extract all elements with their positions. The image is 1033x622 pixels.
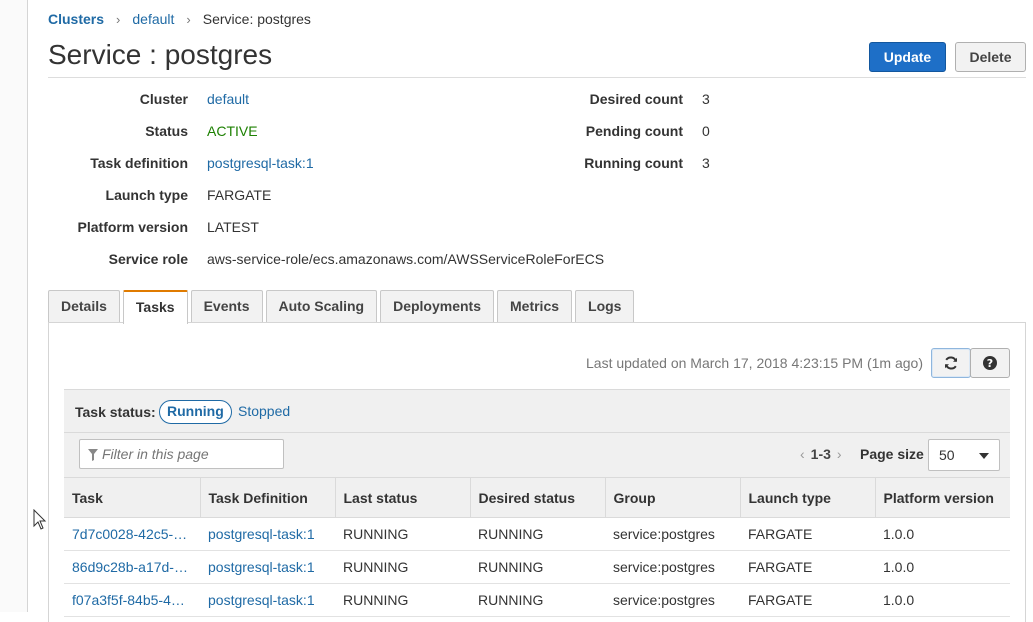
- task-definition-link[interactable]: postgresql-task:1: [208, 526, 315, 542]
- breadcrumb-current: Service: postgres: [202, 11, 311, 27]
- tab-details[interactable]: Details: [48, 290, 120, 322]
- pager-next-button[interactable]: ›: [837, 446, 842, 462]
- page-title: Service : postgres: [48, 39, 273, 70]
- column-header-group[interactable]: Group: [605, 477, 741, 518]
- update-button[interactable]: Update: [869, 42, 946, 72]
- running-count-value: 3: [702, 155, 710, 171]
- desired-status-cell: RUNNING: [470, 517, 605, 551]
- launch-type-cell: FARGATE: [740, 517, 875, 551]
- tab-metrics[interactable]: Metrics: [497, 290, 573, 322]
- breadcrumb: Clusters › default › Service: postgres: [48, 10, 311, 28]
- delete-button[interactable]: Delete: [955, 42, 1026, 72]
- task-definition-link[interactable]: postgresql-task:1: [208, 559, 315, 575]
- desired-status-cell: RUNNING: [470, 550, 605, 584]
- column-header-last-status[interactable]: Last status: [335, 477, 471, 518]
- detail-desired-count: Desired count 3: [0, 89, 760, 109]
- pending-count-value: 0: [702, 123, 710, 139]
- breadcrumb-separator: ›: [116, 11, 121, 27]
- help-button[interactable]: ?: [970, 348, 1010, 378]
- detail-label: Pending count: [585, 123, 683, 139]
- group-cell: service:postgres: [605, 517, 740, 551]
- table-header-row: Task Task Definition Last status Desired…: [64, 477, 1010, 518]
- tasks-table: Task Task Definition Last status Desired…: [64, 477, 1010, 617]
- filter-icon: [88, 449, 98, 461]
- launch-type-value: FARGATE: [207, 187, 272, 203]
- table-row: 7d7c0028-42c5-… postgresql-task:1 RUNNIN…: [64, 517, 1010, 551]
- detail-platform-version: Platform version LATEST: [0, 217, 700, 237]
- filter-input[interactable]: [79, 439, 284, 469]
- column-header-launch-type[interactable]: Launch type: [740, 477, 876, 518]
- detail-pending-count: Pending count 0: [0, 121, 760, 141]
- title-divider: [48, 77, 1026, 78]
- detail-service-role: Service role aws-service-role/ecs.amazon…: [0, 249, 700, 269]
- filter-stopped-link[interactable]: Stopped: [238, 403, 290, 419]
- detail-running-count: Running count 3: [0, 153, 760, 173]
- tab-events[interactable]: Events: [190, 290, 263, 322]
- desired-count-value: 3: [702, 91, 710, 107]
- column-header-platform-version[interactable]: Platform version: [875, 477, 1010, 518]
- task-id-link[interactable]: f07a3f5f-84b5-4…: [72, 592, 185, 608]
- platform-version-cell: 1.0.0: [875, 517, 1010, 551]
- breadcrumb-clusters-link[interactable]: Clusters: [48, 11, 104, 27]
- detail-label: Running count: [584, 155, 683, 171]
- mouse-cursor-icon: [33, 509, 47, 530]
- refresh-button[interactable]: [931, 348, 971, 378]
- svg-text:?: ?: [987, 357, 993, 370]
- pager: ‹ 1-3 ›: [794, 446, 848, 462]
- breadcrumb-separator: ›: [186, 11, 191, 27]
- last-status-cell: RUNNING: [335, 517, 470, 551]
- detail-label: Platform version: [77, 219, 188, 235]
- page-size-select[interactable]: 50: [928, 439, 1000, 471]
- task-id-link[interactable]: 86d9c28b-a17d-…: [72, 559, 188, 575]
- breadcrumb-cluster-link[interactable]: default: [132, 11, 174, 27]
- task-status-label: Task status:: [75, 404, 156, 420]
- platform-version-value: LATEST: [207, 219, 259, 235]
- column-header-task[interactable]: Task: [64, 477, 201, 518]
- service-tabs: Details Tasks Events Auto Scaling Deploy…: [48, 290, 637, 324]
- page-size-value: 50: [939, 447, 955, 463]
- page-size-label: Page size: [860, 446, 924, 462]
- pager-prev-button[interactable]: ‹: [800, 446, 805, 462]
- column-header-task-definition[interactable]: Task Definition: [200, 477, 336, 518]
- detail-launch-type: Launch type FARGATE: [0, 185, 700, 205]
- service-role-value: aws-service-role/ecs.amazonaws.com/AWSSe…: [207, 251, 605, 267]
- filter-running-pill[interactable]: Running: [159, 400, 232, 424]
- column-header-desired-status[interactable]: Desired status: [470, 477, 606, 518]
- refresh-icon: [945, 356, 957, 370]
- tab-deployments[interactable]: Deployments: [380, 290, 494, 322]
- task-id-link[interactable]: 7d7c0028-42c5-…: [72, 526, 187, 542]
- group-cell: service:postgres: [605, 550, 740, 584]
- tab-logs[interactable]: Logs: [575, 290, 635, 322]
- last-updated-text: Last updated on March 17, 2018 4:23:15 P…: [586, 355, 923, 371]
- task-status-bar: Task status: Running Stopped: [64, 389, 1010, 433]
- filter-bar: ‹ 1-3 › Page size 50: [64, 433, 1010, 477]
- chevron-down-icon: [979, 453, 989, 459]
- task-definition-link[interactable]: postgresql-task:1: [208, 592, 315, 608]
- platform-version-cell: 1.0.0: [875, 550, 1010, 584]
- table-row: 86d9c28b-a17d-… postgresql-task:1 RUNNIN…: [64, 550, 1010, 584]
- last-status-cell: RUNNING: [335, 550, 470, 584]
- detail-label: Launch type: [105, 187, 188, 203]
- detail-label: Desired count: [589, 91, 683, 107]
- tab-auto-scaling[interactable]: Auto Scaling: [265, 290, 378, 322]
- launch-type-cell: FARGATE: [740, 550, 875, 584]
- pager-range: 1-3: [810, 446, 831, 462]
- detail-label: Service role: [108, 251, 188, 267]
- tab-tasks[interactable]: Tasks: [122, 290, 188, 324]
- help-icon: ?: [983, 356, 997, 370]
